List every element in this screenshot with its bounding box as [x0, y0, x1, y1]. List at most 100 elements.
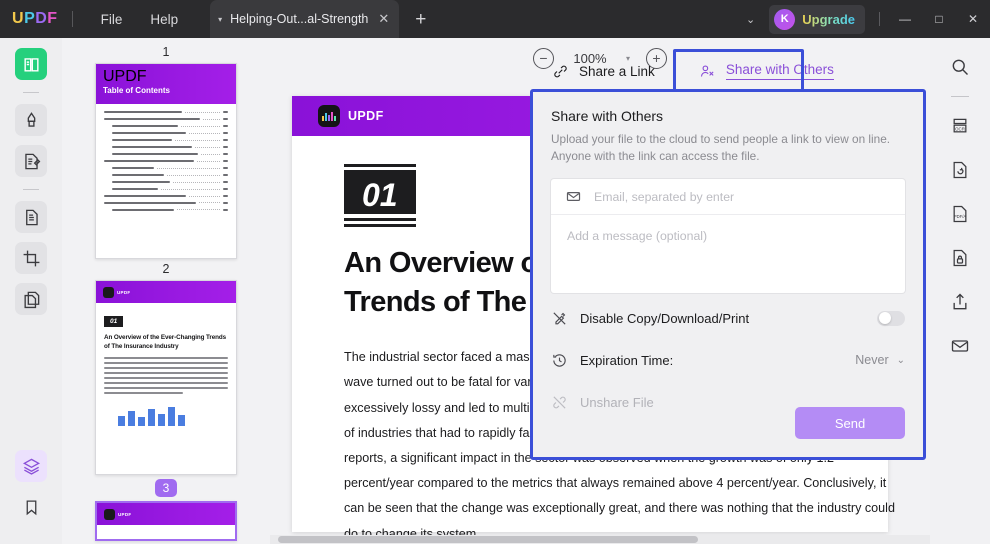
email-input[interactable]: Email, separated by enter — [594, 190, 734, 204]
close-window-button[interactable]: ✕ — [956, 12, 990, 26]
mini-paragraph — [104, 357, 228, 395]
scrollbar-thumb[interactable] — [278, 536, 698, 543]
thumbnail-list: 1 UPDF Table of Contents 2 UPDF 01 An Ov… — [62, 38, 270, 541]
share-people-icon — [699, 63, 716, 80]
page-brand-label: UPDF — [348, 109, 384, 123]
sidebar-annotate-icon[interactable] — [15, 104, 47, 136]
expiration-label: Expiration Time: — [580, 352, 674, 368]
close-icon[interactable]: ✕ — [378, 11, 389, 27]
mini-headline: An Overview of the Ever-Changing Trends … — [104, 334, 227, 351]
share-with-others-dialog: Share with Others Upload your file to th… — [530, 89, 926, 460]
search-icon[interactable] — [943, 50, 977, 84]
titlebar-right: ⌄ K Upgrade — □ ✕ — [732, 4, 990, 34]
titlebar-divider — [71, 11, 73, 27]
thumb-header: UPDF — [96, 281, 236, 303]
svg-text:OCR: OCR — [955, 126, 966, 131]
page-number-badge[interactable]: 3 — [154, 479, 178, 497]
maximize-button[interactable]: □ — [922, 12, 956, 26]
rail-divider — [23, 92, 39, 93]
section-number-frame: 01 — [344, 164, 416, 227]
right-rail-divider — [951, 96, 969, 97]
convert-pdf-icon[interactable] — [943, 153, 977, 187]
mini-brand: UPDF — [103, 68, 147, 85]
sidebar-bookmark-icon[interactable] — [15, 491, 47, 523]
rail-divider-2 — [23, 189, 39, 190]
left-tool-rail — [0, 38, 62, 544]
dialog-subtitle: Upload your file to the cloud to send pe… — [551, 132, 891, 164]
tab-share-with-others-label: Share with Others — [725, 62, 834, 80]
sidebar-reader-icon[interactable] — [15, 48, 47, 80]
share-export-icon[interactable] — [943, 285, 977, 319]
new-tab-button[interactable]: + — [415, 10, 426, 29]
mini-brand: UPDF — [118, 511, 132, 517]
thumbnail-page-number: 1 — [162, 45, 170, 59]
upgrade-button[interactable]: K Upgrade — [769, 4, 865, 34]
sidebar-layers-icon[interactable] — [15, 450, 47, 482]
sidebar-crop-icon[interactable] — [15, 242, 47, 274]
window-divider — [879, 12, 880, 26]
thumb-header: UPDF Table of Contents — [96, 64, 236, 104]
disable-copy-right — [877, 310, 905, 326]
page-thumbnail-panel[interactable]: 1 UPDF Table of Contents 2 UPDF 01 An Ov… — [62, 38, 270, 544]
updf-doc-logo — [318, 105, 340, 127]
disable-copy-row[interactable]: Disable Copy/Download/Print — [551, 301, 905, 335]
unlink-icon — [551, 394, 568, 411]
expiration-row[interactable]: Expiration Time: Never ⌄ — [551, 343, 905, 377]
mini-section-number: 01 — [104, 316, 124, 327]
menu-file[interactable]: File — [87, 6, 137, 33]
message-textarea[interactable]: Add a message (optional) — [551, 215, 905, 293]
share-tab-row: Share a Link Share with Others — [544, 53, 930, 89]
disable-copy-toggle[interactable] — [877, 310, 905, 326]
send-button[interactable]: Send — [795, 407, 905, 439]
protect-icon[interactable] — [943, 241, 977, 275]
section-number: 01 — [344, 170, 416, 221]
sidebar-edit-pdf-icon[interactable] — [15, 145, 47, 177]
left-rail-bottom — [15, 450, 47, 544]
email-field-row[interactable]: Email, separated by enter — [551, 179, 905, 216]
toc-title: Table of Contents — [103, 86, 170, 95]
thumbnail-page-number-selected: 3 — [62, 479, 270, 497]
updf-window: UPDF File Help ▾ Helping-Out...al-Streng… — [0, 0, 990, 544]
mini-updf-logo — [103, 286, 114, 298]
chevron-down-icon[interactable]: ⌄ — [897, 355, 905, 366]
tab-share-a-link[interactable]: Share a Link — [544, 59, 663, 84]
tab-share-a-link-label: Share a Link — [579, 63, 655, 79]
minimize-button[interactable]: — — [888, 12, 922, 26]
upgrade-label: Upgrade — [802, 11, 855, 27]
clock-history-icon — [551, 352, 568, 369]
disable-copy-label: Disable Copy/Download/Print — [580, 310, 750, 326]
avatar[interactable]: K — [774, 8, 796, 30]
updf-logo: UPDF — [12, 10, 58, 27]
svg-text:PDF/A: PDF/A — [954, 214, 966, 219]
thumbnail-page-2[interactable]: UPDF 01 An Overview of the Ever-Changing… — [95, 280, 237, 475]
mini-updf-logo — [104, 508, 115, 520]
mini-brand: UPDF — [117, 289, 131, 295]
expiration-right[interactable]: Never ⌄ — [855, 353, 905, 367]
unshare-file-label: Unshare File — [580, 394, 654, 410]
chevron-down-icon[interactable]: ⌄ — [732, 13, 769, 26]
thumbnail-page-1[interactable]: UPDF Table of Contents — [95, 63, 237, 259]
document-tab-label: Helping-Out...al-Strength — [230, 12, 369, 26]
ocr-icon[interactable]: OCR — [943, 109, 977, 143]
sidebar-organize-pages-icon[interactable] — [15, 201, 47, 233]
document-tab[interactable]: ▾ Helping-Out...al-Strength ✕ — [210, 0, 400, 38]
expiration-value[interactable]: Never — [855, 353, 888, 367]
horizontal-scrollbar[interactable] — [270, 535, 930, 544]
title-bar: UPDF File Help ▾ Helping-Out...al-Streng… — [0, 0, 990, 38]
envelope-icon — [565, 188, 582, 205]
menu-help[interactable]: Help — [136, 6, 192, 33]
message-placeholder: Add a message (optional) — [567, 229, 708, 244]
thumbnail-page-3[interactable]: UPDF — [95, 501, 237, 541]
disable-copy-icon — [551, 310, 568, 327]
dialog-title: Share with Others — [551, 108, 664, 124]
pdf-a-icon[interactable]: PDF/A — [943, 197, 977, 231]
tab-dropdown-icon[interactable]: ▾ — [218, 15, 222, 24]
link-icon — [552, 63, 569, 80]
toc-rows — [96, 104, 236, 224]
thumb-content: 01 An Overview of the Ever-Changing Tren… — [96, 303, 236, 434]
right-tool-rail: OCR PDF/A — [930, 38, 990, 544]
sidebar-convert-icon[interactable] — [15, 283, 47, 315]
thumbnail-page-number: 2 — [162, 262, 170, 276]
tab-share-with-others[interactable]: Share with Others — [691, 58, 842, 84]
email-icon[interactable] — [943, 329, 977, 363]
